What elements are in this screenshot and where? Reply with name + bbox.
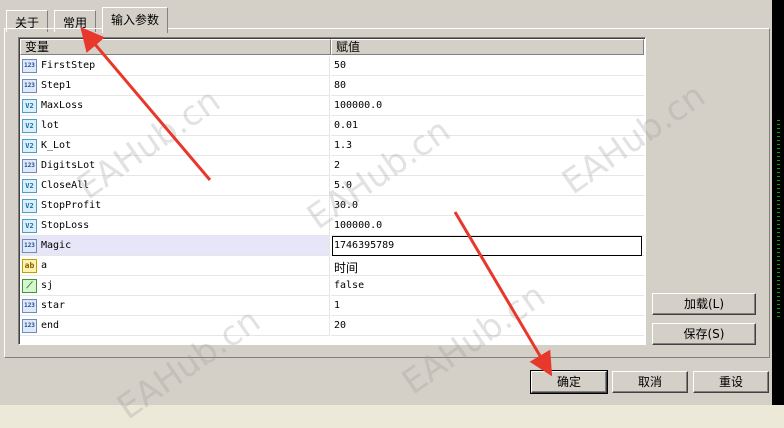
value-cell[interactable]: 50 xyxy=(331,56,644,76)
ok-button-label: 确定 xyxy=(556,375,581,389)
double-type-icon: V2 xyxy=(22,119,37,133)
variable-cell[interactable]: V2 CloseAll xyxy=(20,176,330,196)
int-type-icon: 123 xyxy=(22,159,37,173)
double-type-icon: V2 xyxy=(22,139,37,153)
variable-value: 1 xyxy=(334,300,341,311)
variable-name: lot xyxy=(41,120,60,131)
variable-value: 1746395789 xyxy=(334,240,395,251)
int-type-icon: 123 xyxy=(22,79,37,93)
cancel-button[interactable]: 取消 xyxy=(612,371,688,393)
variable-name: sj xyxy=(41,280,54,291)
value-cell[interactable]: false xyxy=(331,276,644,296)
double-type-icon: V2 xyxy=(22,179,37,193)
variable-name: MaxLoss xyxy=(41,100,84,111)
double-type-icon: V2 xyxy=(22,99,37,113)
table-row[interactable]: 123 Step1 80 xyxy=(20,76,644,96)
cancel-button-label: 取消 xyxy=(637,375,662,389)
variable-value: 50 xyxy=(334,60,347,71)
variable-value: 0.01 xyxy=(334,120,359,131)
tab-inputs[interactable]: 输入参数 xyxy=(102,7,169,33)
variable-value: false xyxy=(334,280,365,291)
variable-name: a xyxy=(41,260,48,271)
value-cell[interactable]: 0.01 xyxy=(331,116,644,136)
variable-value: 20 xyxy=(334,320,347,331)
variable-name: K_Lot xyxy=(41,140,72,151)
table-row[interactable]: V2 MaxLoss 100000.0 xyxy=(20,96,644,116)
column-header-value-label: 赋值 xyxy=(336,40,361,54)
tab-inputs-label: 输入参数 xyxy=(111,13,160,27)
table-row[interactable]: 123 FirstStep 50 xyxy=(20,56,644,76)
save-button[interactable]: 保存(S) xyxy=(652,323,756,345)
save-button-label: 保存(S) xyxy=(683,327,725,341)
string-type-icon: ab xyxy=(22,259,37,273)
reset-button-label: 重设 xyxy=(718,375,743,389)
variable-cell[interactable]: 123 end xyxy=(20,316,330,336)
int-type-icon: 123 xyxy=(22,299,37,313)
value-cell[interactable]: 80 xyxy=(331,76,644,96)
column-header-variable-label: 变量 xyxy=(25,40,50,54)
double-type-icon: V2 xyxy=(22,199,37,213)
variable-value: 2 xyxy=(334,160,341,171)
int-type-icon: 123 xyxy=(22,319,37,333)
load-button[interactable]: 加载(L) xyxy=(652,293,756,315)
table-row[interactable]: ab a 时间 xyxy=(20,256,644,276)
variable-cell[interactable]: 123 star xyxy=(20,296,330,316)
variable-name: StopLoss xyxy=(41,220,90,231)
int-type-icon: 123 xyxy=(22,59,37,73)
variable-cell[interactable]: 123 DigitsLot xyxy=(20,156,330,176)
table-row[interactable]: 123 end 20 xyxy=(20,316,644,336)
background-chart-edge xyxy=(772,0,784,405)
expert-properties-dialog: 关于 常用 输入参数 变量 赋值 123 FirstStep 50 123 Step1 8… xyxy=(0,0,784,428)
value-cell[interactable]: 100000.0 xyxy=(331,96,644,116)
variable-cell[interactable]: V2 StopLoss xyxy=(20,216,330,236)
value-cell[interactable]: 100000.0 xyxy=(331,216,644,236)
variable-cell[interactable]: ⟋ sj xyxy=(20,276,330,296)
variable-name: star xyxy=(41,300,66,311)
column-header-variable[interactable]: 变量 xyxy=(20,39,331,55)
variable-cell[interactable]: 123 Magic xyxy=(20,236,330,256)
variable-name: end xyxy=(41,320,60,331)
variable-cell[interactable]: 123 FirstStep xyxy=(20,56,330,76)
ok-button[interactable]: 确定 xyxy=(530,370,608,394)
int-type-icon: 123 xyxy=(22,239,37,253)
variable-cell[interactable]: 123 Step1 xyxy=(20,76,330,96)
reset-button[interactable]: 重设 xyxy=(693,371,769,393)
variable-value: 80 xyxy=(334,80,347,91)
table-row[interactable]: 123 Magic 1746395789 xyxy=(20,236,644,256)
table-row[interactable]: ⟋ sj false xyxy=(20,276,644,296)
load-button-label: 加载(L) xyxy=(683,297,725,311)
variable-cell[interactable]: V2 StopProfit xyxy=(20,196,330,216)
double-type-icon: V2 xyxy=(22,219,37,233)
variable-name: FirstStep xyxy=(41,60,96,71)
grid-header: 变量 赋值 xyxy=(20,39,644,55)
bool-type-icon: ⟋ xyxy=(22,279,37,293)
table-row[interactable]: V2 lot 0.01 xyxy=(20,116,644,136)
variable-value: 1.3 xyxy=(334,140,353,151)
value-cell[interactable]: 1746395789 xyxy=(331,236,644,256)
variable-value: 时间 xyxy=(334,261,359,275)
variable-name: Magic xyxy=(41,240,72,251)
column-header-value[interactable]: 赋值 xyxy=(331,39,644,55)
value-cell[interactable]: 时间 xyxy=(331,256,644,276)
variable-cell[interactable]: ab a xyxy=(20,256,330,276)
variable-name: Step1 xyxy=(41,80,72,91)
variable-value: 100000.0 xyxy=(334,100,383,111)
